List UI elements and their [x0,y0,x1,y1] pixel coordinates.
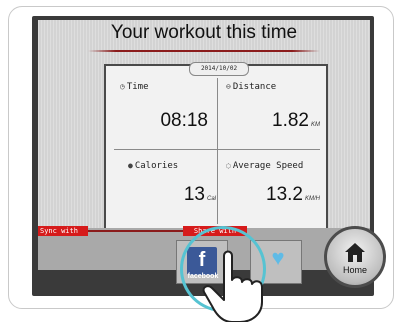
card-divider-horizontal [114,149,320,150]
sync-divider [88,230,183,232]
pointing-hand-icon [202,250,263,322]
distance-value: 1.82 KM [272,110,320,131]
speed-icon: ◌ [226,161,231,170]
average-speed-label: ◌ Average Speed [226,161,304,171]
time-value: 08:18 [160,110,208,131]
workout-summary-card: 2014/10/02 ◷ Time 08:18 ⊖ Distance 1.82 KM … [104,62,328,234]
clock-icon: ◷ [120,82,125,91]
time-label: ◷ Time [120,82,149,92]
flame-icon: ● [128,161,133,170]
shoe-icon: ⊖ [226,82,231,91]
card-divider-vertical [217,78,218,224]
sync-with-tag: Sync with [38,226,88,236]
title-underline [88,50,320,52]
calories-label: ● Calories [128,161,179,171]
calories-value: 13 Cal [183,184,216,205]
house-icon [345,243,365,262]
home-button[interactable]: Home [324,226,386,288]
page-title: Your workout this time [110,22,298,43]
home-label: Home [342,265,367,275]
average-speed-value: 13.2 KM/H [266,184,320,205]
distance-label: ⊖ Distance [226,82,277,92]
workout-date: 2014/10/02 [189,62,249,76]
